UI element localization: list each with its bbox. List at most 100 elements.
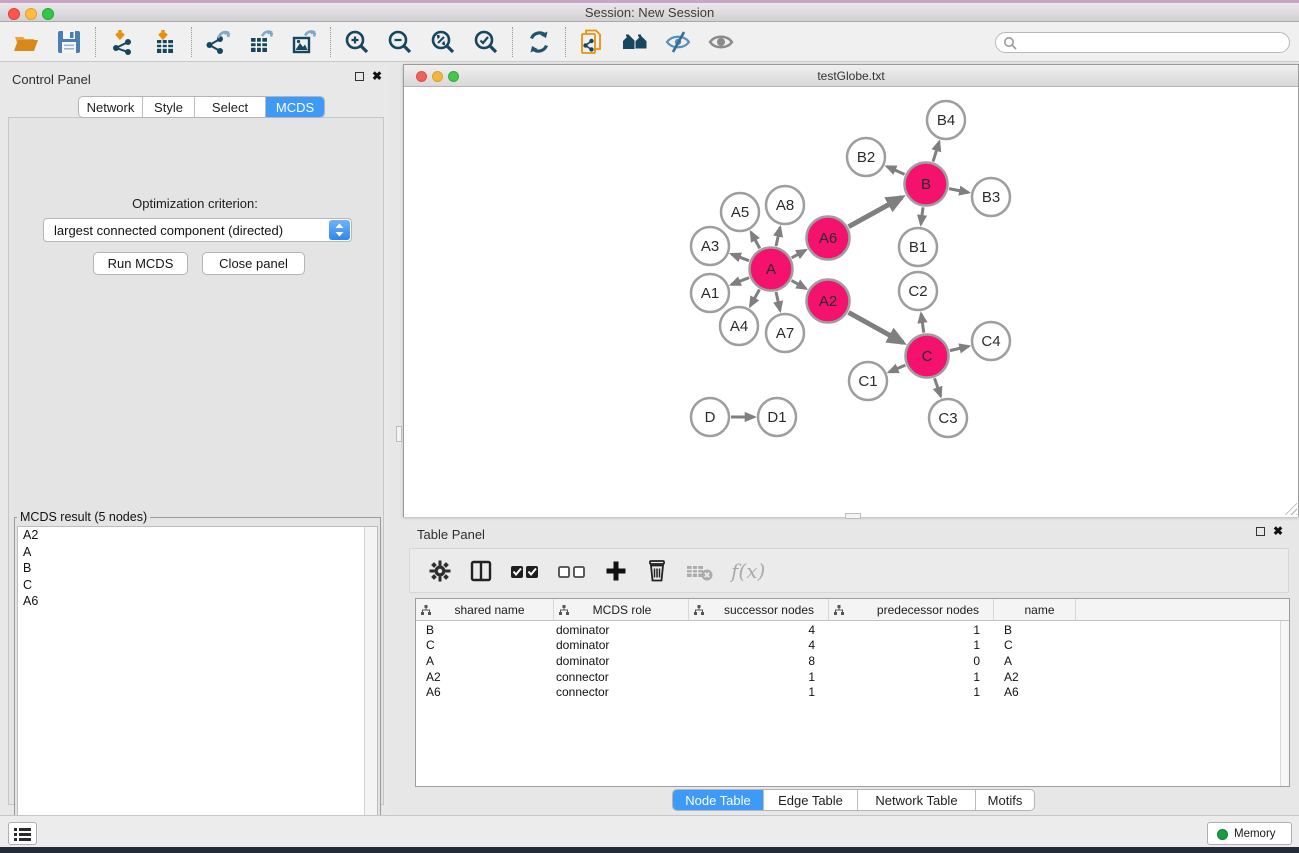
main-toolbar: [0, 22, 1299, 62]
tab-motifs[interactable]: Motifs: [976, 790, 1034, 810]
column-header-predecessor-nodes[interactable]: predecessor nodes: [829, 599, 994, 620]
table-row[interactable]: A6connector11A6: [416, 684, 1289, 700]
tab-network[interactable]: Network: [79, 97, 143, 117]
tab-style[interactable]: Style: [143, 97, 195, 117]
svg-text:A1: A1: [701, 285, 719, 302]
column-visibility-icon[interactable]: [469, 559, 493, 583]
node-D1[interactable]: D1: [758, 398, 796, 436]
node-A[interactable]: A: [750, 248, 793, 291]
table-row[interactable]: Bdominator41B: [416, 621, 1289, 637]
node-C4[interactable]: C4: [972, 322, 1010, 360]
zoom-in-icon[interactable]: [344, 29, 370, 55]
result-list-item[interactable]: C: [18, 577, 377, 594]
app-titlebar[interactable]: Session: New Session: [0, 3, 1299, 22]
network-canvas[interactable]: A A1 A2 A3 A4 A5 A6 A7 A8 B B1 B2 B3 B4 C C1 C2 C3 C4 D D1: [404, 87, 1298, 517]
node-A3[interactable]: A3: [691, 227, 729, 265]
close-table-panel-icon[interactable]: ✖: [1273, 526, 1283, 536]
close-panel-button[interactable]: Close panel: [202, 252, 305, 275]
task-history-button[interactable]: [8, 822, 37, 845]
close-panel-icon[interactable]: ✖: [372, 71, 382, 81]
node-A7[interactable]: A7: [766, 314, 804, 352]
import-network-icon[interactable]: [109, 29, 135, 55]
save-session-icon[interactable]: [56, 29, 82, 55]
result-list-item[interactable]: A2: [18, 527, 377, 544]
column-header-shared-name[interactable]: shared name: [416, 599, 554, 620]
vertical-split-handle[interactable]: [396, 426, 402, 442]
node-C3[interactable]: C3: [929, 399, 967, 437]
node-A2[interactable]: A2: [807, 280, 850, 323]
column-header-MCDS-role[interactable]: MCDS role: [554, 599, 689, 620]
hide-graphics-details-icon[interactable]: [665, 29, 691, 55]
result-list-item[interactable]: A6: [18, 593, 377, 610]
float-table-panel-icon[interactable]: [1256, 527, 1265, 536]
criterion-dropdown[interactable]: largest connected component (directed): [43, 218, 352, 242]
node-A8[interactable]: A8: [766, 186, 804, 224]
result-list-scrollbar[interactable]: [364, 527, 377, 853]
edge-B-B1: [921, 207, 923, 224]
select-all-checkboxes-icon[interactable]: [510, 559, 540, 583]
node-table-body: Bdominator41BCdominator41CAdominator80AA…: [416, 621, 1289, 699]
node-B1[interactable]: B1: [899, 228, 937, 266]
horizontal-split-handle[interactable]: [845, 513, 861, 519]
desktop-background-strip: [0, 847, 1299, 853]
houses-icon[interactable]: [622, 29, 648, 55]
table-scrollbar[interactable]: [1280, 621, 1289, 786]
node-C1[interactable]: C1: [849, 362, 887, 400]
tab-node-table[interactable]: Node Table: [673, 790, 764, 810]
zoom-out-icon[interactable]: [387, 29, 413, 55]
edge-A-A5: [751, 232, 760, 248]
node-B2[interactable]: B2: [847, 138, 885, 176]
result-list-item[interactable]: A: [18, 544, 377, 561]
refresh-icon[interactable]: [526, 29, 552, 55]
node-B[interactable]: B: [905, 163, 948, 206]
node-A1[interactable]: A1: [691, 274, 729, 312]
node-C[interactable]: C: [906, 335, 949, 378]
result-list-item[interactable]: B: [18, 560, 377, 577]
float-panel-icon[interactable]: [355, 72, 364, 81]
edge-C-C4: [950, 346, 969, 350]
network-view-window[interactable]: testGlobe.txt A A1 A2 A3 A4 A5 A6 A7 A8 B B1 B2 B3 B4…: [403, 64, 1299, 517]
open-session-icon[interactable]: [13, 29, 39, 55]
table-settings-gear-icon[interactable]: [428, 559, 452, 583]
node-A5[interactable]: A5: [721, 193, 759, 231]
mcds-result-list[interactable]: A2ABCA6: [17, 526, 378, 853]
node-D[interactable]: D: [691, 398, 729, 436]
export-network-icon[interactable]: [205, 29, 231, 55]
node-B4[interactable]: B4: [927, 101, 965, 139]
new-network-from-selection-icon[interactable]: [579, 29, 605, 55]
node-C2[interactable]: C2: [899, 272, 937, 310]
table-row[interactable]: Cdominator41C: [416, 637, 1289, 653]
delete-column-icon[interactable]: [645, 559, 669, 583]
search-input[interactable]: [995, 32, 1290, 53]
node-A6[interactable]: A6: [807, 217, 850, 260]
deselect-all-checkboxes-icon[interactable]: [557, 559, 587, 583]
node-B3[interactable]: B3: [972, 178, 1010, 216]
add-column-icon[interactable]: [604, 559, 628, 583]
network-window-titlebar[interactable]: testGlobe.txt: [404, 65, 1298, 87]
edge-A-A6: [792, 250, 806, 258]
function-builder-icon[interactable]: f(x): [731, 559, 765, 583]
export-table-icon[interactable]: [248, 29, 274, 55]
table-panel-title: Table Panel: [417, 527, 485, 542]
memory-button[interactable]: Memory: [1207, 822, 1292, 845]
import-table-icon[interactable]: [152, 29, 178, 55]
column-header-name[interactable]: name: [994, 599, 1076, 620]
table-cell: C: [416, 637, 554, 653]
tab-mcds[interactable]: MCDS: [266, 97, 324, 117]
node-A4[interactable]: A4: [720, 307, 758, 345]
table-panel-tabs: Node TableEdge TableNetwork TableMotifs: [672, 789, 1035, 811]
run-mcds-button[interactable]: Run MCDS: [93, 252, 188, 275]
table-row[interactable]: A2connector11A2: [416, 668, 1289, 684]
column-header-successor-nodes[interactable]: successor nodes: [689, 599, 829, 620]
tab-select[interactable]: Select: [195, 97, 266, 117]
table-cell: B: [416, 621, 554, 637]
tab-network-table[interactable]: Network Table: [858, 790, 976, 810]
delete-table-icon[interactable]: [686, 559, 714, 583]
tab-edge-table[interactable]: Edge Table: [764, 790, 858, 810]
edge-A-A4: [750, 289, 759, 305]
table-row[interactable]: Adominator80A: [416, 652, 1289, 668]
zoom-selected-icon[interactable]: [473, 29, 499, 55]
show-graphics-details-icon[interactable]: [708, 29, 734, 55]
zoom-fit-icon[interactable]: [430, 29, 456, 55]
export-image-icon[interactable]: [291, 29, 317, 55]
